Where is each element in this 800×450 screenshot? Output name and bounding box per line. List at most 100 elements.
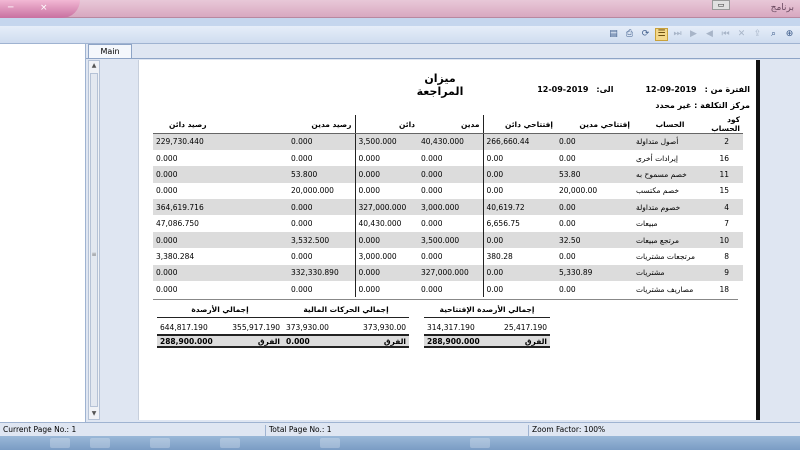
table-row: 4 خصوم متداولة 0.00 40,619.72 3,000.000 327,0… — [153, 199, 743, 216]
first-page-icon[interactable]: ⏮ — [719, 28, 732, 41]
summary-balances-diff-value: 288,900.000 — [160, 336, 213, 346]
cell-open-credit: 0.00 — [482, 231, 556, 249]
cell-bal-credit: 47,086.750 — [156, 219, 199, 229]
cell-debit: 0.000 — [421, 219, 443, 229]
taskbar-item[interactable] — [50, 438, 70, 448]
toolbar-strip — [0, 18, 800, 26]
cell-bal-debit: 332,330.890 — [288, 264, 355, 282]
window-title: برنامج — [770, 3, 794, 13]
cell-debit: 3,000.000 — [418, 199, 483, 216]
table-row: 7 مبيعات 0.00 6,656.75 0.000 40,430.000 0.000 4… — [153, 215, 743, 232]
scroll-up-icon[interactable]: ▲ — [89, 61, 99, 71]
cell-open-debit: 0.00 — [556, 133, 633, 150]
cell-code: 16 — [719, 153, 729, 163]
col-open-debit: إفتتاحي مدين — [556, 115, 633, 134]
summary-balances-diff-label: الفرق — [257, 336, 280, 346]
cell-bal-credit: 3,380.284 — [156, 251, 195, 261]
cell-credit: 3,500.000 — [354, 133, 418, 150]
scroll-thumb[interactable] — [90, 73, 98, 407]
table-row: 2 أصول متداولة 0.00 266,660.44 40,430.000 3,5… — [153, 133, 743, 150]
close-window-icon[interactable]: × — [40, 3, 48, 13]
taskbar-item[interactable] — [220, 438, 240, 448]
cell-bal-credit: 364,619.716 — [153, 199, 288, 216]
last-page-icon[interactable]: ⏭ — [671, 28, 684, 41]
cell-code: 9 — [707, 264, 743, 282]
cell-credit: 40,430.000 — [354, 215, 418, 232]
cell-bal-debit: 53.800 — [288, 166, 355, 183]
cell-bal-credit: 0.000 — [153, 231, 288, 249]
report-period: الفترة من : 12-09-2019 الى: 12-09-2019 — [537, 85, 750, 94]
cell-open-credit: 40,619.72 — [482, 199, 556, 216]
cell-credit: 327,000.000 — [354, 199, 418, 216]
cell-open-credit: 0.00 — [482, 166, 556, 183]
close-icon[interactable]: ✕ — [735, 28, 748, 41]
col-credit: دائن — [354, 115, 418, 134]
table-row: 11 خصم مسموح به 53.80 0.00 0.000 0.000 53.800 0… — [153, 166, 743, 183]
print-icon[interactable]: ⎙ — [623, 28, 636, 41]
window-controls: ─ × — [0, 0, 80, 18]
cell-credit: 0.000 — [354, 149, 418, 167]
cell-account: مشتريات — [633, 264, 707, 282]
cell-code: 11 — [707, 166, 743, 183]
minimize-icon[interactable]: ─ — [8, 3, 13, 13]
cell-bal-credit: 0.000 — [156, 284, 178, 294]
prev-page-icon[interactable]: ◀ — [703, 28, 716, 41]
cell-account: مرتجع مبيعات — [633, 231, 707, 249]
cell-account: إيرادات أخرى — [636, 153, 678, 163]
cell-debit: 327,000.000 — [418, 264, 483, 282]
taskbar-item[interactable] — [150, 438, 170, 448]
col-bal-debit: رصيد مدين — [288, 115, 355, 134]
cell-open-credit: 0.00 — [482, 281, 556, 298]
refresh-icon[interactable]: ⟳ — [639, 28, 652, 41]
next-page-icon[interactable]: ▶ — [687, 28, 700, 41]
cell-bal-credit: 0.000 — [153, 264, 288, 282]
cell-open-credit: 0.00 — [482, 149, 556, 167]
col-bal-credit: رصيد دائن — [153, 115, 288, 134]
summary-opening-diff-value: 288,900.000 — [427, 336, 480, 346]
cell-credit: 0.000 — [354, 281, 418, 298]
print-setup-icon[interactable]: ▤ — [607, 28, 620, 41]
cell-account: مصاريف مشتريات — [636, 284, 694, 294]
summary-movements-diff: الفرق 0.000 — [283, 336, 409, 348]
restore-button[interactable]: ▭ — [712, 0, 730, 10]
summary-opening-b: 314,317.190 — [427, 323, 475, 332]
cell-credit: 0.000 — [354, 182, 418, 200]
zoom-icon[interactable]: ⊕ — [783, 28, 796, 41]
vertical-scrollbar[interactable]: ▲ ≡ ▼ — [88, 60, 100, 420]
cell-debit: 40,430.000 — [418, 133, 483, 150]
cell-bal-credit: 0.000 — [153, 166, 288, 183]
tab-main-report[interactable]: Main Report — [88, 44, 132, 69]
scroll-down-icon[interactable]: ▼ — [89, 409, 99, 419]
col-open-credit: إفتتاحي دائن — [482, 115, 556, 134]
cell-bal-credit: 0.000 — [156, 153, 178, 163]
report-title: ميزان المراجعة — [416, 72, 464, 98]
cell-account: خصم مسموح به — [633, 166, 707, 183]
summary-movements: إجمالي الحركات المالية 373,930.00 373,93… — [283, 305, 409, 348]
cell-bal-debit: 0.000 — [288, 133, 355, 150]
status-zoom: Zoom Factor: 100% — [528, 425, 800, 436]
taskbar-item[interactable] — [320, 438, 340, 448]
cell-open-credit: 266,660.44 — [482, 133, 556, 150]
cost-center: مركز التكلفة : غير محدد — [655, 101, 750, 110]
summary-balances-b: 644,817.190 — [160, 323, 208, 332]
cell-open-credit: 6,656.75 — [482, 215, 556, 232]
group-tree-icon[interactable]: ☰ — [655, 28, 668, 41]
group-tree-panel[interactable] — [0, 44, 86, 422]
cell-open-debit: 0.00 — [559, 251, 576, 261]
summary-balances: إجمالي الأرصدة 355,917.190 644,817.190 ا… — [157, 305, 283, 348]
col-account: الحساب — [633, 115, 707, 134]
cell-open-credit: 380.28 — [482, 248, 556, 265]
export-icon[interactable]: ⇪ — [751, 28, 764, 41]
taskbar-item[interactable] — [90, 438, 110, 448]
cell-open-debit: 0.00 — [559, 284, 576, 294]
status-bar: Current Page No.: 1 Total Page No.: 1 Zo… — [0, 422, 800, 436]
status-current-page: Current Page No.: 1 — [3, 425, 77, 434]
summary-balances-diff: الفرق 288,900.000 — [157, 336, 283, 348]
table-row: 9 مشتريات 5,330.89 0.00 327,000.000 0.000 332,… — [153, 264, 743, 282]
cell-debit: 0.000 — [421, 186, 443, 196]
cell-code: 7 — [724, 219, 729, 229]
table-row: 15 خصم مكتسب 20,000.00 0.00 0.000 0.000 20,000… — [153, 182, 743, 200]
cell-open-debit: 53.80 — [556, 166, 633, 183]
search-icon[interactable]: ⌕ — [767, 28, 780, 41]
taskbar-item[interactable] — [470, 438, 490, 448]
